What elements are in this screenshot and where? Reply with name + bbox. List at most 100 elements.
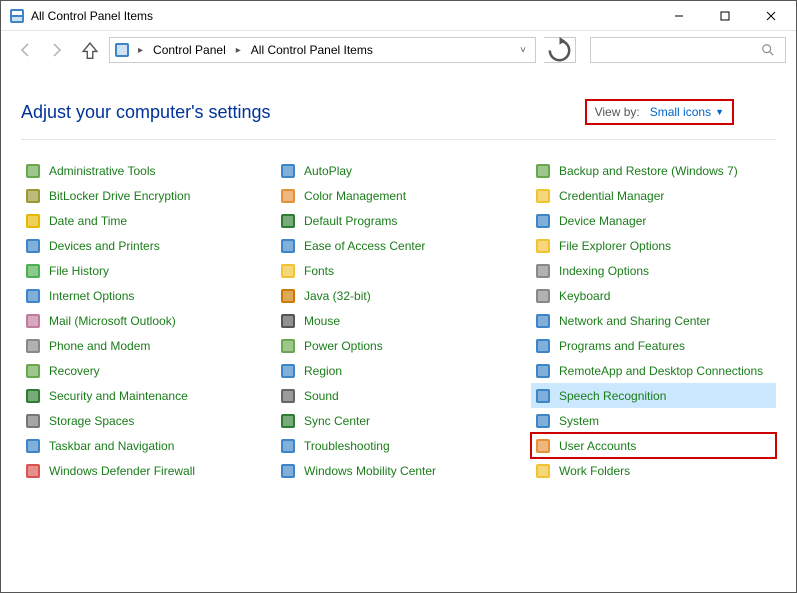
cp-item-file-history[interactable]: File History	[21, 258, 266, 283]
storage-spaces-icon	[25, 413, 41, 429]
cp-item-work-folders[interactable]: Work Folders	[531, 458, 776, 483]
cp-item-default-programs[interactable]: Default Programs	[276, 208, 521, 233]
bitlocker-drive-encryption-icon	[25, 188, 41, 204]
item-label: Backup and Restore (Windows 7)	[559, 164, 738, 178]
item-label: Color Management	[304, 189, 406, 203]
window-buttons	[656, 2, 794, 30]
cp-item-file-explorer-options[interactable]: File Explorer Options	[531, 233, 776, 258]
item-label: Speech Recognition	[559, 389, 666, 403]
cp-item-taskbar-and-navigation[interactable]: Taskbar and Navigation	[21, 433, 266, 458]
cp-item-device-manager[interactable]: Device Manager	[531, 208, 776, 233]
cp-item-sound[interactable]: Sound	[276, 383, 521, 408]
windows-mobility-center-icon	[280, 463, 296, 479]
sound-icon	[280, 388, 296, 404]
cp-item-power-options[interactable]: Power Options	[276, 333, 521, 358]
cp-item-java-32-bit[interactable]: Java (32-bit)	[276, 283, 521, 308]
region-icon	[280, 363, 296, 379]
page-title: Adjust your computer's settings	[21, 102, 271, 123]
item-label: Fonts	[304, 264, 334, 278]
cp-item-indexing-options[interactable]: Indexing Options	[531, 258, 776, 283]
chevron-right-icon[interactable]: ▸	[134, 45, 147, 56]
cp-item-speech-recognition[interactable]: Speech Recognition	[531, 383, 776, 408]
cp-item-internet-options[interactable]: Internet Options	[21, 283, 266, 308]
navbar: ▸ Control Panel ▸ All Control Panel Item…	[1, 31, 796, 71]
cp-item-system[interactable]: System	[531, 408, 776, 433]
item-label: Devices and Printers	[49, 239, 160, 253]
cp-item-keyboard[interactable]: Keyboard	[531, 283, 776, 308]
close-button[interactable]	[748, 2, 794, 30]
cp-item-network-and-sharing-center[interactable]: Network and Sharing Center	[531, 308, 776, 333]
cp-item-storage-spaces[interactable]: Storage Spaces	[21, 408, 266, 433]
cp-item-autoplay[interactable]: AutoPlay	[276, 158, 521, 183]
items-column: Backup and Restore (Windows 7) Credential…	[531, 158, 776, 483]
recovery-icon	[25, 363, 41, 379]
cp-item-user-accounts[interactable]: User Accounts	[531, 433, 776, 458]
cp-item-mouse[interactable]: Mouse	[276, 308, 521, 333]
item-label: Windows Defender Firewall	[49, 464, 195, 478]
taskbar-and-navigation-icon	[25, 438, 41, 454]
cp-item-region[interactable]: Region	[276, 358, 521, 383]
item-label: AutoPlay	[304, 164, 352, 178]
search-icon	[761, 43, 775, 57]
header-row: Adjust your computer's settings View by:…	[21, 99, 776, 125]
refresh-button[interactable]	[544, 37, 576, 63]
cp-item-backup-and-restore-windows-7[interactable]: Backup and Restore (Windows 7)	[531, 158, 776, 183]
cp-item-remoteapp-and-desktop-connections[interactable]: RemoteApp and Desktop Connections	[531, 358, 776, 383]
item-label: Sound	[304, 389, 339, 403]
default-programs-icon	[280, 213, 296, 229]
divider	[21, 139, 776, 140]
item-label: Internet Options	[49, 289, 134, 303]
cp-item-recovery[interactable]: Recovery	[21, 358, 266, 383]
minimize-button[interactable]	[656, 2, 702, 30]
cp-item-bitlocker-drive-encryption[interactable]: BitLocker Drive Encryption	[21, 183, 266, 208]
item-label: Mouse	[304, 314, 340, 328]
cp-item-security-and-maintenance[interactable]: Security and Maintenance	[21, 383, 266, 408]
item-label: Phone and Modem	[49, 339, 150, 353]
cp-item-windows-mobility-center[interactable]: Windows Mobility Center	[276, 458, 521, 483]
item-label: RemoteApp and Desktop Connections	[559, 364, 763, 378]
item-label: User Accounts	[559, 439, 636, 453]
item-label: Recovery	[49, 364, 100, 378]
network-and-sharing-center-icon	[535, 313, 551, 329]
ease-of-access-center-icon	[280, 238, 296, 254]
cp-item-windows-defender-firewall[interactable]: Windows Defender Firewall	[21, 458, 266, 483]
control-panel-icon	[114, 42, 130, 58]
cp-item-credential-manager[interactable]: Credential Manager	[531, 183, 776, 208]
cp-item-ease-of-access-center[interactable]: Ease of Access Center	[276, 233, 521, 258]
chevron-right-icon[interactable]: ▸	[232, 45, 245, 56]
cp-item-color-management[interactable]: Color Management	[276, 183, 521, 208]
date-and-time-icon	[25, 213, 41, 229]
cp-item-sync-center[interactable]: Sync Center	[276, 408, 521, 433]
view-by-value[interactable]: Small icons ▼	[650, 105, 724, 119]
cp-item-date-and-time[interactable]: Date and Time	[21, 208, 266, 233]
item-label: Indexing Options	[559, 264, 649, 278]
item-label: System	[559, 414, 599, 428]
autoplay-icon	[280, 163, 296, 179]
programs-and-features-icon	[535, 338, 551, 354]
address-bar[interactable]: ▸ Control Panel ▸ All Control Panel Item…	[109, 37, 536, 63]
breadcrumb-root[interactable]: Control Panel	[151, 43, 228, 57]
item-label: Storage Spaces	[49, 414, 134, 428]
administrative-tools-icon	[25, 163, 41, 179]
items-grid: Administrative ToolsBitLocker Drive Encr…	[21, 158, 776, 483]
breadcrumb-leaf[interactable]: All Control Panel Items	[249, 43, 375, 57]
maximize-button[interactable]	[702, 2, 748, 30]
search-input[interactable]	[590, 37, 786, 63]
address-dropdown[interactable]: ˅	[513, 45, 533, 56]
up-button[interactable]	[79, 39, 101, 61]
forward-button[interactable]	[45, 39, 67, 61]
cp-item-troubleshooting[interactable]: Troubleshooting	[276, 433, 521, 458]
cp-item-devices-and-printers[interactable]: Devices and Printers	[21, 233, 266, 258]
cp-item-fonts[interactable]: Fonts	[276, 258, 521, 283]
item-label: Security and Maintenance	[49, 389, 188, 403]
view-by-control[interactable]: View by: Small icons ▼	[585, 99, 734, 125]
back-button[interactable]	[15, 39, 37, 61]
cp-item-programs-and-features[interactable]: Programs and Features	[531, 333, 776, 358]
windows-defender-firewall-icon	[25, 463, 41, 479]
cp-item-mail-microsoft-outlook[interactable]: Mail (Microsoft Outlook)	[21, 308, 266, 333]
item-label: Mail (Microsoft Outlook)	[49, 314, 176, 328]
sync-center-icon	[280, 413, 296, 429]
cp-item-administrative-tools[interactable]: Administrative Tools	[21, 158, 266, 183]
item-label: Device Manager	[559, 214, 646, 228]
cp-item-phone-and-modem[interactable]: Phone and Modem	[21, 333, 266, 358]
